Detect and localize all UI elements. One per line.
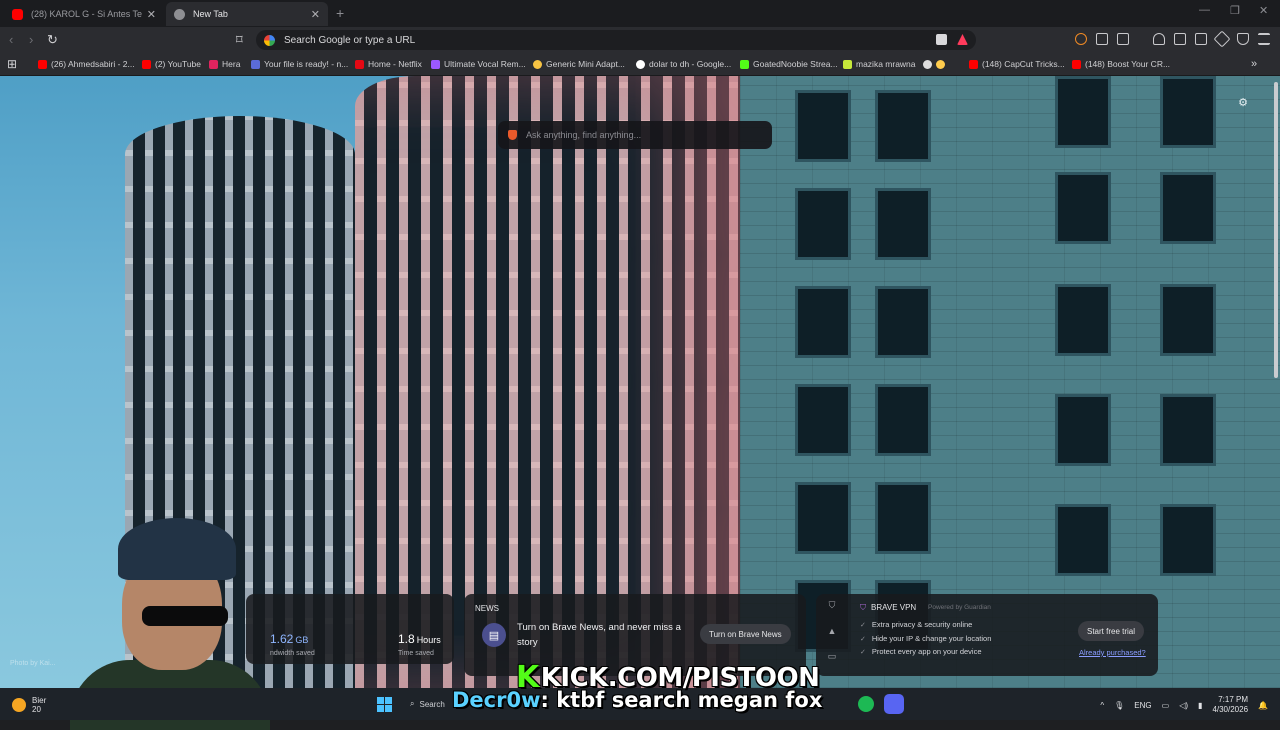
- extension-icons: [1075, 30, 1270, 48]
- bookmark-item[interactable]: dolar to dh - Google...: [636, 57, 731, 71]
- menu-icon[interactable]: [1258, 33, 1270, 45]
- cards-icon[interactable]: ▭: [828, 651, 837, 662]
- vpn-powered-by: Powered by Guardian: [928, 604, 991, 611]
- page-scrollbar[interactable]: [1274, 82, 1278, 378]
- tab-new-tab[interactable]: New Tab ✕: [166, 2, 328, 26]
- youtube-icon: [12, 8, 23, 20]
- screenshot-icon[interactable]: [1117, 33, 1129, 45]
- battery-icon[interactable]: ▮: [1198, 701, 1202, 710]
- search-placeholder: Ask anything, find anything...: [526, 130, 642, 140]
- bookmark-item[interactable]: Your file is ready! - n...: [251, 57, 348, 71]
- taskbar-search[interactable]: ⌕ Search: [410, 694, 445, 714]
- bookmark-item[interactable]: Ultimate Vocal Rem...: [431, 57, 526, 71]
- start-button[interactable]: [377, 697, 392, 712]
- discord-icon[interactable]: [884, 694, 904, 714]
- notifications-icon[interactable]: 🔔: [1258, 701, 1268, 710]
- leo-ai-icon[interactable]: [1213, 30, 1231, 48]
- apps-grid-icon[interactable]: ⊞: [7, 57, 17, 71]
- toolbar: ‹ › ↻ ⌑ Search Google or type a URL: [0, 27, 1280, 53]
- minimize-icon[interactable]: —: [1199, 4, 1210, 16]
- tab-youtube[interactable]: (28) KAROL G - Si Antes Te Hubiera C ✕: [4, 2, 164, 26]
- bookmark-item[interactable]: Hera: [209, 57, 240, 71]
- brave-shields-icon[interactable]: [936, 34, 947, 45]
- turn-on-news-button[interactable]: Turn on Brave News: [700, 624, 791, 644]
- search-icon: ⌕: [410, 699, 415, 708]
- reload-icon[interactable]: ↻: [47, 32, 58, 48]
- bandwidth-label: ndwidth saved: [270, 650, 315, 657]
- new-tab-button[interactable]: +: [336, 5, 344, 21]
- brave-rewards-icon[interactable]: [957, 34, 968, 45]
- system-tray: ^ 🎙 ENG ▭ ◁) ▮ 7:17 PM 4/30/2026 🔔: [1100, 695, 1268, 715]
- maximize-icon[interactable]: ❐: [1230, 4, 1240, 17]
- bookmark-item[interactable]: (26) Ahmedsabiri - 2...: [38, 57, 135, 71]
- brave-lion-icon: [508, 130, 517, 140]
- news-icon: ▤: [482, 623, 506, 647]
- bookmark-item[interactable]: Generic Mini Adapt...: [533, 57, 625, 71]
- vpn-shield-icon[interactable]: [1237, 33, 1249, 45]
- stats-widget: 1.62 GB ndwidth saved 1.8 Hours Time saved: [246, 594, 454, 664]
- more-bookmarks-icon[interactable]: »: [1251, 57, 1257, 71]
- sidebar-icon[interactable]: [1174, 33, 1186, 45]
- vpn-title: ⛉ BRAVE VPN: [860, 603, 917, 612]
- time-saved-stat: 1.8 Hours: [398, 632, 441, 646]
- weather-sun-icon: [12, 698, 26, 712]
- volume-icon[interactable]: ◁): [1179, 701, 1188, 710]
- vpn-feature: Extra privacy & security online: [860, 620, 972, 629]
- bandwidth-stat: 1.62 GB: [270, 632, 309, 646]
- chat-overlay: Decr0w: ktbf search megan fox: [452, 688, 822, 712]
- vpn-feature: Hide your IP & change your location: [860, 634, 992, 643]
- address-placeholder: Search Google or type a URL: [284, 34, 416, 46]
- vpn-feature: Protect every app on your device: [860, 647, 982, 656]
- spotify-icon[interactable]: [858, 696, 874, 712]
- close-tab-icon[interactable]: ✕: [147, 8, 156, 21]
- extensions-icon[interactable]: [1096, 33, 1108, 45]
- talk-icon[interactable]: ▲: [828, 626, 837, 636]
- address-bar[interactable]: Search Google or type a URL: [256, 30, 976, 50]
- close-tab-icon[interactable]: ✕: [311, 8, 320, 21]
- bookmark-icon[interactable]: ⌑: [236, 32, 243, 48]
- bookmark-item[interactable]: mazika mrawna: [843, 57, 916, 71]
- chat-message: : ktbf search megan fox: [540, 688, 823, 712]
- brave-icon: [174, 8, 185, 20]
- bookmark-item[interactable]: GoatedNoobie Strea...: [740, 57, 838, 71]
- widget-switcher: ⛉ ▲ ▭: [824, 600, 840, 662]
- brave-search-input[interactable]: Ask anything, find anything...: [498, 121, 772, 149]
- forward-icon[interactable]: ›: [29, 32, 33, 47]
- back-icon[interactable]: ‹: [9, 32, 13, 47]
- bookmark-item[interactable]: (2) YouTube: [142, 57, 201, 71]
- news-promo-text: Turn on Brave News, and never miss a sto…: [517, 622, 681, 648]
- start-free-trial-button[interactable]: Start free trial: [1078, 621, 1145, 641]
- already-purchased-link[interactable]: Already purchased?: [1079, 648, 1146, 657]
- tab-bar: (28) KAROL G - Si Antes Te Hubiera C ✕ N…: [0, 0, 1280, 27]
- time-saved-label: Time saved: [398, 650, 434, 657]
- settings-gear-icon[interactable]: ⚙: [1238, 96, 1248, 109]
- brave-vpn-card: ⛉ ▲ ▭ ⛉BRAVE VPN Powered by Guardian Ext…: [816, 594, 1158, 676]
- bookmark-item[interactable]: (148) Boost Your CR...: [1072, 57, 1170, 71]
- photo-credit[interactable]: Photo by Kai...: [10, 660, 56, 667]
- bookmark-item[interactable]: [923, 57, 949, 71]
- microphone-icon[interactable]: 🎙: [1114, 701, 1124, 710]
- clock[interactable]: 7:17 PM 4/30/2026: [1212, 695, 1248, 715]
- google-icon: [264, 34, 275, 46]
- chat-username: Decr0w: [452, 688, 541, 712]
- show-hidden-icons[interactable]: ^: [1100, 701, 1104, 710]
- bookmarks-bar: ⊞ (26) Ahmedsabiri - 2... (2) YouTube He…: [0, 53, 1280, 76]
- vpn-logo-icon: ⛉: [860, 603, 866, 612]
- close-window-icon[interactable]: ✕: [1259, 4, 1268, 17]
- vpn-shield-icon[interactable]: ⛉: [829, 600, 836, 611]
- wallet-icon[interactable]: [1195, 33, 1207, 45]
- bookmark-item[interactable]: (148) CapCut Tricks...: [969, 57, 1065, 71]
- weather-widget[interactable]: Bier 20: [12, 696, 46, 714]
- bookmark-item[interactable]: Home - Netflix: [355, 57, 422, 71]
- network-icon[interactable]: ▭: [1162, 701, 1170, 710]
- language-indicator[interactable]: ENG: [1134, 701, 1151, 710]
- cookie-extension-icon[interactable]: [1075, 33, 1087, 45]
- music-icon[interactable]: [1153, 33, 1165, 45]
- tab-title: (28) KAROL G - Si Antes Te Hubiera C: [31, 9, 143, 19]
- news-header: NEWS: [475, 604, 499, 613]
- tab-title: New Tab: [193, 9, 228, 19]
